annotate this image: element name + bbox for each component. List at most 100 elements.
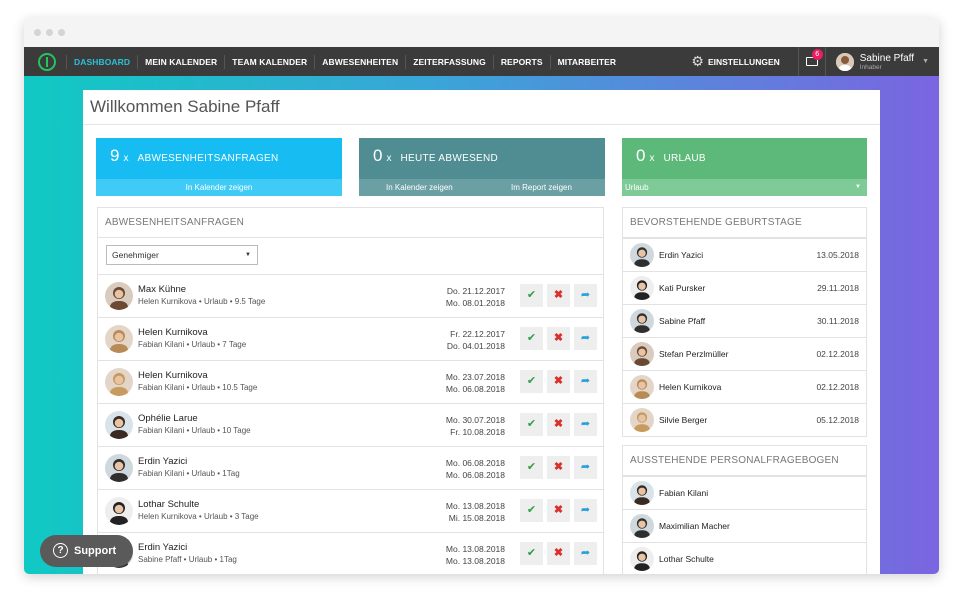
- request-employee-name[interactable]: Helen Kurnikova: [138, 370, 208, 381]
- request-details: Fabian Kilani • Urlaub • 1Tag: [138, 469, 240, 478]
- birthday-name[interactable]: Silvie Berger: [659, 415, 707, 425]
- nav-right: ⚙ EINSTELLUNGEN 6 Sabine Pfaff Inhaber ▼: [691, 47, 929, 76]
- gear-icon[interactable]: ⚙: [691, 53, 704, 70]
- request-details: Sabine Pfaff • Urlaub • 1Tag: [138, 555, 237, 564]
- birthday-name[interactable]: Kati Pursker: [659, 283, 705, 293]
- user-role: Inhaber: [859, 63, 882, 71]
- request-employee-name[interactable]: Helen Kurnikova: [138, 327, 208, 338]
- nav-mitarbeiter[interactable]: MITARBEITER: [549, 54, 624, 69]
- list-item: Silvie Berger 05.12.2018: [623, 403, 866, 436]
- request-date-from: Fr. 22.12.2017: [450, 329, 505, 339]
- card-vacation-select[interactable]: Urlaub ▼: [622, 179, 867, 196]
- chevron-down-icon: ▼: [855, 184, 861, 190]
- reject-x-icon[interactable]: ✖: [547, 499, 570, 522]
- reject-x-icon[interactable]: ✖: [547, 370, 570, 393]
- request-date-from: Do. 21.12.2017: [446, 286, 505, 296]
- request-employee-name[interactable]: Erdin Yazici: [138, 542, 187, 553]
- request-dates: Mo. 13.08.2018 Mi. 15.08.2018: [446, 500, 505, 524]
- user-menu[interactable]: Sabine Pfaff Inhaber: [860, 53, 914, 71]
- nav-team-kalender[interactable]: TEAM KALENDER: [224, 54, 314, 69]
- questionnaire-name[interactable]: Maximilian Macher: [659, 521, 730, 531]
- birthday-date: 02.12.2018: [816, 349, 859, 359]
- messages-button[interactable]: 6: [797, 47, 826, 76]
- table-row: Max Kühne Helen Kurnikova • Urlaub • 9.5 …: [98, 274, 603, 317]
- birthday-date: 13.05.2018: [816, 250, 859, 260]
- card-absent-report-link[interactable]: Im Report zeigen: [511, 179, 572, 196]
- request-employee-name[interactable]: Ophélie Larue: [138, 413, 198, 424]
- request-dates: Mo. 13.08.2018 Mo. 13.08.2018: [446, 543, 505, 567]
- approve-check-icon[interactable]: ✔: [520, 284, 543, 307]
- nav-abwesenheiten[interactable]: ABWESENHEITEN: [314, 54, 405, 69]
- nav-zeiterfassung[interactable]: ZEITERFASSUNG: [405, 54, 493, 69]
- dashboard-panel: Willkommen Sabine Pfaff 9x ABWESENHEITSA…: [83, 90, 880, 574]
- request-dates: Mo. 30.07.2018 Fr. 10.08.2018: [446, 414, 505, 438]
- approve-check-icon[interactable]: ✔: [520, 499, 543, 522]
- list-item: Kati Pursker 29.11.2018: [623, 271, 866, 304]
- birthday-name[interactable]: Stefan Perzlmüller: [659, 349, 728, 359]
- avatar: [105, 282, 133, 310]
- avatar: [630, 309, 654, 333]
- nav-dashboard[interactable]: DASHBOARD: [66, 54, 137, 69]
- avatar[interactable]: [835, 52, 854, 71]
- nav-reports[interactable]: REPORTS: [492, 54, 550, 69]
- request-date-to: Mo. 06.08.2018: [445, 384, 505, 394]
- table-row: Helen Kurnikova Fabian Kilani • Urlaub • …: [98, 360, 603, 403]
- reject-x-icon[interactable]: ✖: [547, 327, 570, 350]
- request-dates: Mo. 23.07.2018 Mo. 06.08.2018: [446, 371, 505, 395]
- card-vacation[interactable]: 0x URLAUB Urlaub ▼: [622, 138, 867, 196]
- request-date-from: Mo. 13.08.2018: [445, 501, 505, 511]
- approve-check-icon[interactable]: ✔: [520, 413, 543, 436]
- nav-mein-kalender[interactable]: MEIN KALENDER: [137, 54, 224, 69]
- approve-check-icon[interactable]: ✔: [520, 327, 543, 350]
- window-dot: [34, 29, 41, 36]
- request-employee-name[interactable]: Lothar Schulte: [138, 499, 199, 510]
- card-requests[interactable]: 9x ABWESENHEITSANFRAGEN In Kalender zeig…: [96, 138, 342, 196]
- reject-x-icon[interactable]: ✖: [547, 456, 570, 479]
- list-item: Helen Kurnikova 02.12.2018: [623, 370, 866, 403]
- list-item: Maximilian Macher: [623, 509, 866, 542]
- mail-count-badge: 6: [811, 49, 823, 60]
- birthdays-box: BEVORSTEHENDE GEBURTSTAGE Erdin Yazici 13…: [622, 207, 867, 437]
- birthday-name[interactable]: Helen Kurnikova: [659, 382, 721, 392]
- list-item: Lothar Schulte: [623, 542, 866, 574]
- avatar: [630, 276, 654, 300]
- card-vacation-select-value: Urlaub: [625, 183, 649, 192]
- birthday-date: 30.11.2018: [817, 316, 859, 326]
- card-absent-calendar-link[interactable]: In Kalender zeigen: [386, 179, 453, 196]
- request-employee-name[interactable]: Max Kühne: [138, 284, 186, 295]
- settings-link[interactable]: EINSTELLUNGEN: [708, 57, 780, 67]
- birthdays-title: BEVORSTEHENDE GEBURTSTAGE: [623, 208, 866, 238]
- forward-arrow-icon[interactable]: ➦: [574, 456, 597, 479]
- approver-filter-select[interactable]: Genehmiger: [106, 245, 258, 265]
- approve-check-icon[interactable]: ✔: [520, 456, 543, 479]
- card-absent-headline: 0x HEUTE ABWESEND: [373, 146, 499, 165]
- divider: [83, 124, 880, 125]
- approve-check-icon[interactable]: ✔: [520, 370, 543, 393]
- app-logo-icon[interactable]: [38, 52, 56, 71]
- list-item: Stefan Perzlmüller 02.12.2018: [623, 337, 866, 370]
- forward-arrow-icon[interactable]: ➦: [574, 499, 597, 522]
- card-absent[interactable]: 0x HEUTE ABWESEND In Kalender zeigen Im …: [359, 138, 605, 196]
- request-employee-name[interactable]: Erdin Yazici: [138, 456, 187, 467]
- avatar: [630, 481, 654, 505]
- avatar: [630, 375, 654, 399]
- reject-x-icon[interactable]: ✖: [547, 413, 570, 436]
- list-item: Fabian Kilani: [623, 476, 866, 509]
- forward-arrow-icon[interactable]: ➦: [574, 284, 597, 307]
- help-icon: ?: [53, 543, 68, 558]
- forward-arrow-icon[interactable]: ➦: [574, 413, 597, 436]
- birthday-name[interactable]: Erdin Yazici: [659, 250, 703, 260]
- approve-check-icon[interactable]: ✔: [520, 542, 543, 565]
- chevron-down-icon[interactable]: ▼: [922, 58, 929, 65]
- request-date-from: Mo. 06.08.2018: [445, 458, 505, 468]
- forward-arrow-icon[interactable]: ➦: [574, 542, 597, 565]
- card-requests-calendar-link[interactable]: In Kalender zeigen: [96, 179, 342, 196]
- reject-x-icon[interactable]: ✖: [547, 542, 570, 565]
- questionnaire-name[interactable]: Fabian Kilani: [659, 488, 708, 498]
- forward-arrow-icon[interactable]: ➦: [574, 370, 597, 393]
- reject-x-icon[interactable]: ✖: [547, 284, 570, 307]
- birthday-name[interactable]: Sabine Pfaff: [659, 316, 705, 326]
- support-button[interactable]: ? Support: [40, 535, 133, 567]
- forward-arrow-icon[interactable]: ➦: [574, 327, 597, 350]
- questionnaire-name[interactable]: Lothar Schulte: [659, 554, 714, 564]
